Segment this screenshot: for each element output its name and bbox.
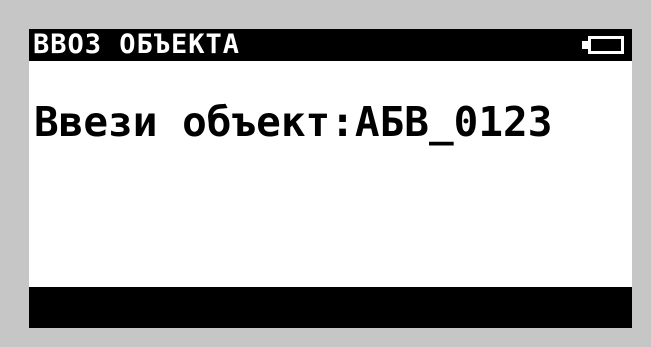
title-bar: ВВОЗ ОБЪЕКТА — [29, 29, 632, 61]
object-input[interactable]: АБВ_0123 — [355, 97, 552, 147]
prompt-label: Ввези объект — [34, 98, 331, 146]
prompt-separator: : — [330, 98, 355, 146]
lcd-screen: ВВОЗ ОБЪЕКТА Ввези объект:АБВ_0123 — [29, 29, 632, 328]
object-prompt: Ввези объект:АБВ_0123 — [34, 97, 552, 147]
bottom-bar — [29, 287, 632, 328]
screen-title: ВВОЗ ОБЪЕКТА — [33, 29, 241, 60]
battery-body — [588, 36, 624, 54]
battery-icon — [582, 36, 624, 54]
